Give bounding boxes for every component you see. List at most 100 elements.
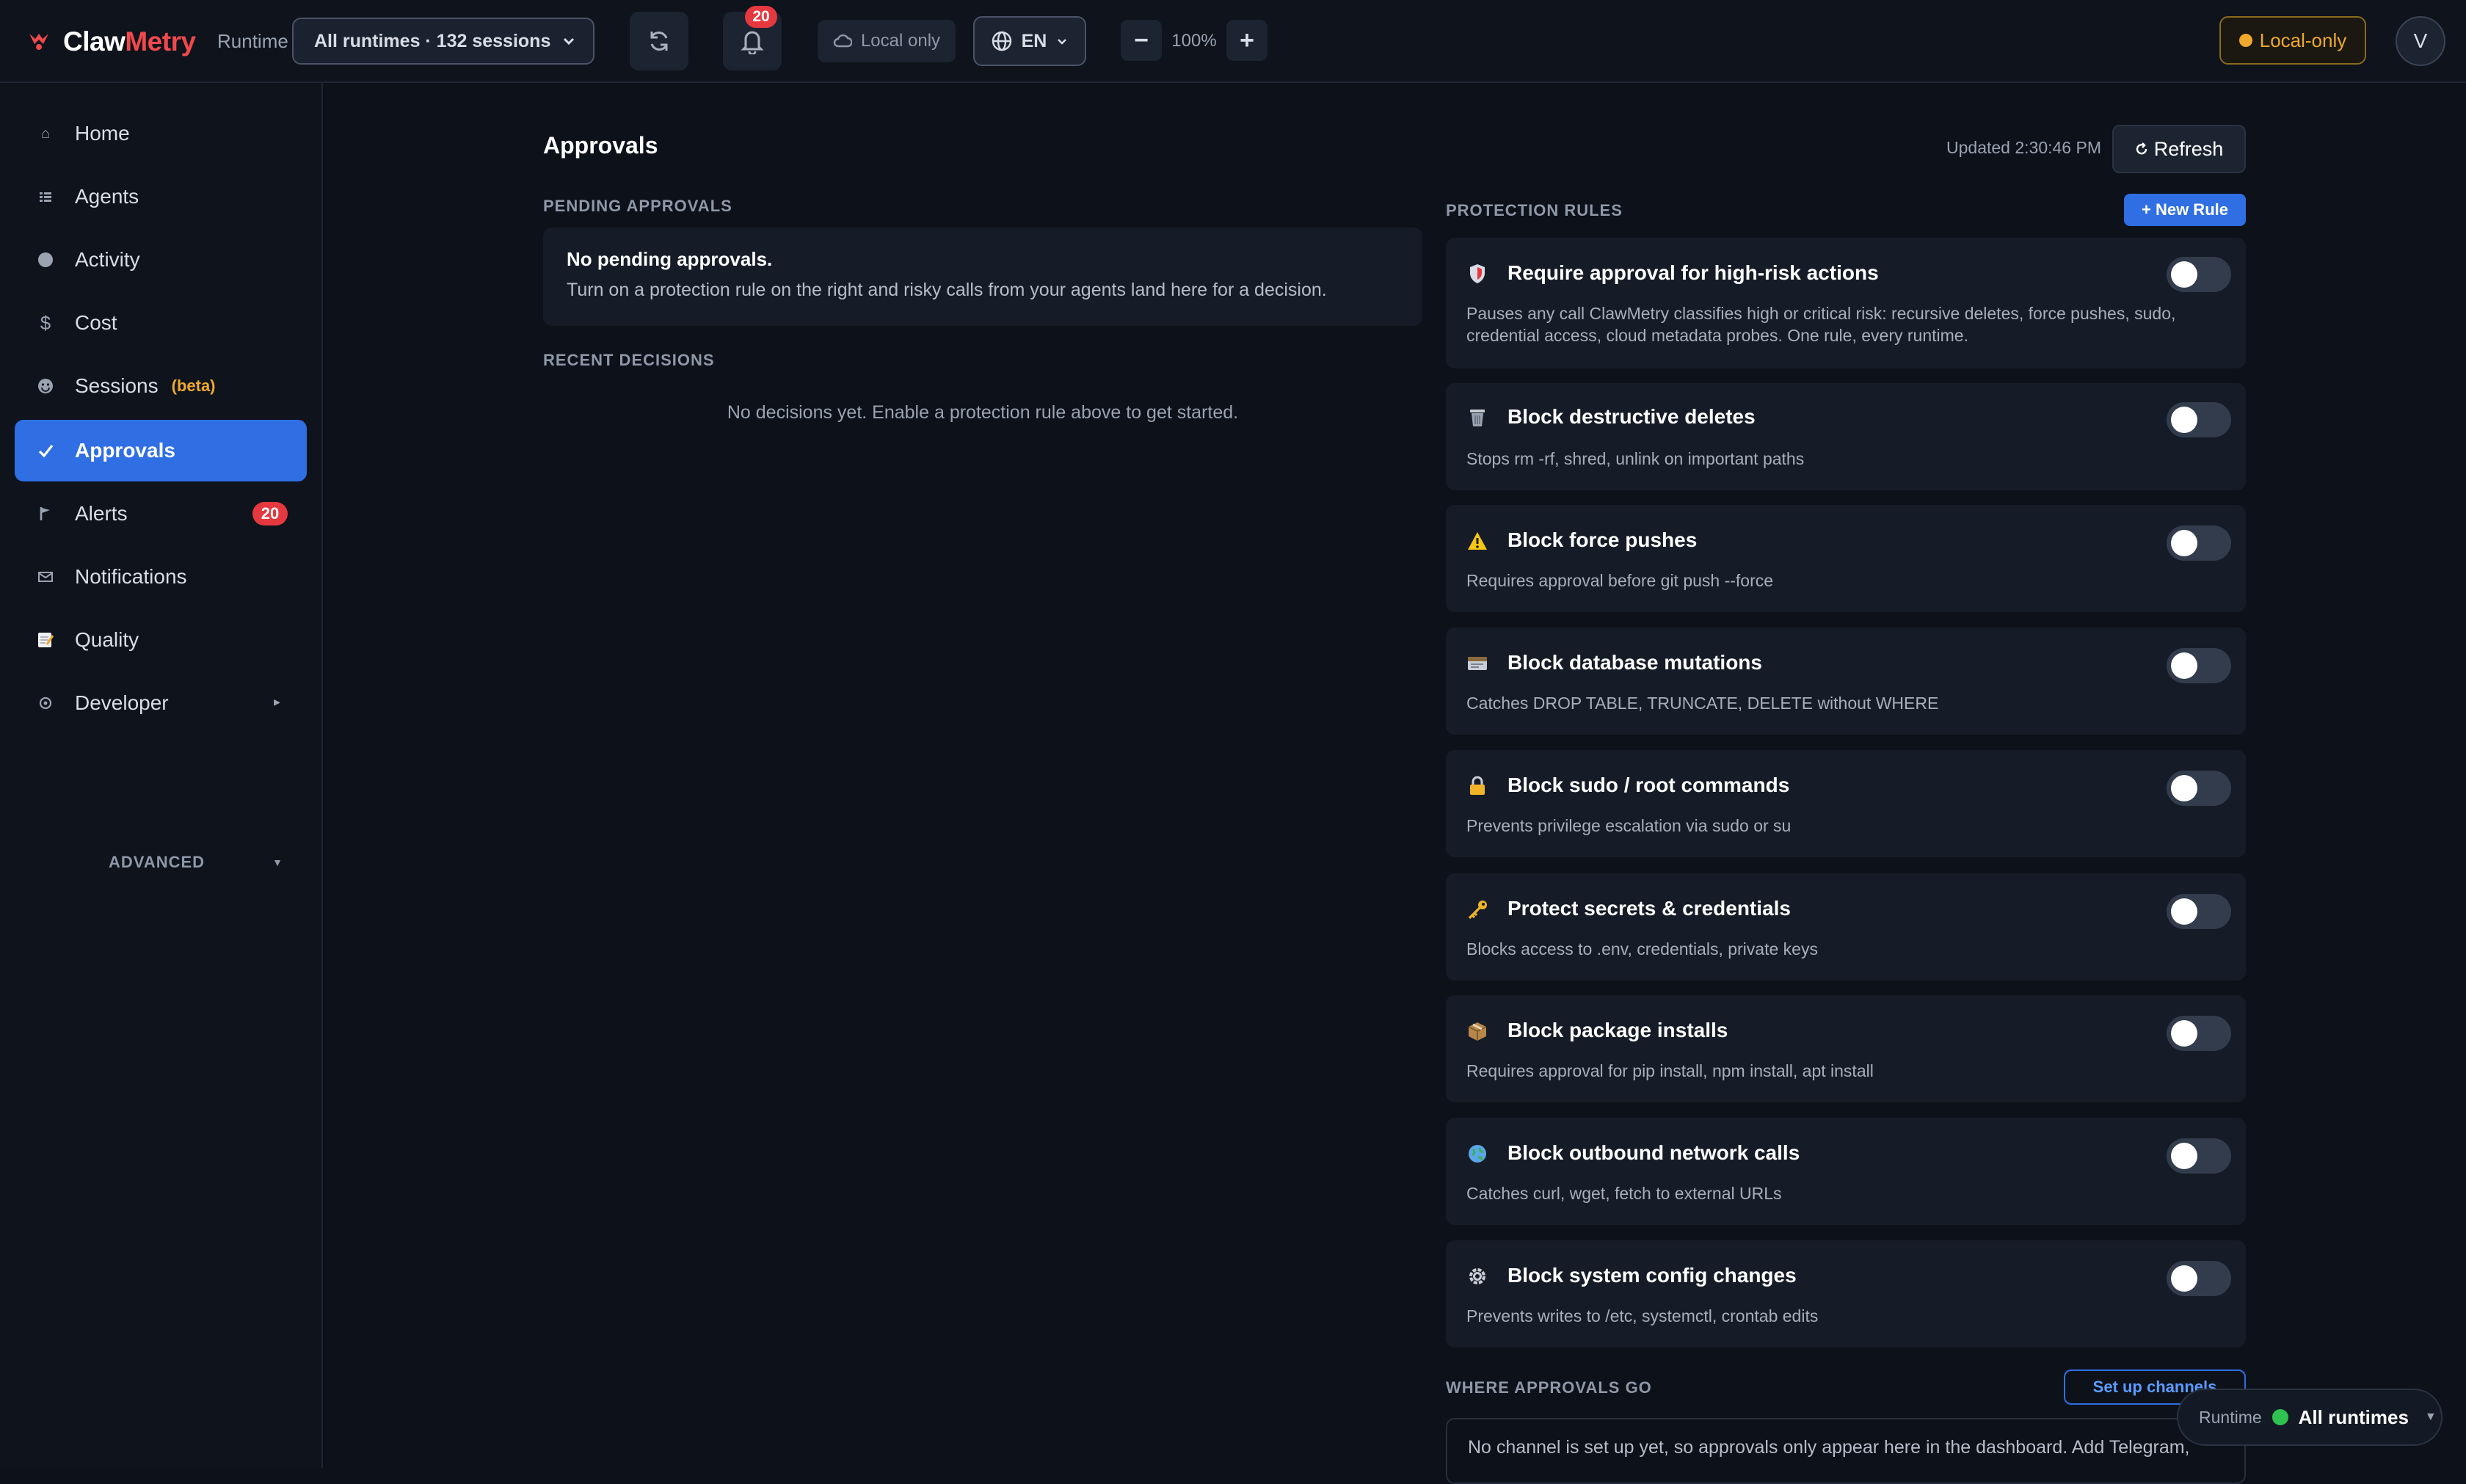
sidebar-item-agents[interactable]: Agents [15, 166, 307, 228]
sync-button[interactable] [630, 12, 688, 70]
sidebar-item-label: Quality [75, 628, 139, 651]
sidebar-item-approvals[interactable]: Approvals [15, 420, 307, 481]
advanced-section-toggle[interactable]: ADVANCED ▼ [109, 849, 307, 876]
refresh-button-label: Refresh [2153, 137, 2224, 160]
key-icon [1465, 897, 1490, 922]
rule-toggle[interactable] [2167, 1138, 2231, 1174]
alerts-badge: 20 [252, 502, 288, 525]
user-avatar[interactable]: V [2396, 16, 2445, 66]
logo-text: ClawMetry [63, 26, 196, 57]
runtime-switcher-value: All runtimes [2298, 1405, 2409, 1428]
bell-icon [741, 31, 764, 54]
package-icon [1465, 1019, 1490, 1044]
rule-description: Blocks access to .env, credentials, priv… [1466, 939, 1818, 959]
rule-title: Block destructive deletes [1507, 405, 1756, 428]
sidebar: ⌂ Home Agents Activity $ Cost Sessions (… [0, 83, 323, 1468]
app-logo[interactable]: ClawMetry [26, 22, 196, 62]
sidebar-item-label: Developer [75, 691, 169, 714]
sidebar-item-activity[interactable]: Activity [15, 229, 307, 291]
claw-logo-icon [29, 34, 48, 50]
shield-icon [1465, 261, 1490, 286]
chevron-down-icon [563, 37, 575, 46]
mail-icon [37, 568, 54, 586]
gear-icon [37, 694, 54, 712]
rule-title: Block system config changes [1507, 1264, 1797, 1287]
toggle-knob [2171, 530, 2197, 556]
toggle-knob [2171, 407, 2197, 433]
rule-title: Block database mutations [1507, 651, 1762, 674]
runtime-switcher-label: Runtime [2199, 1407, 2262, 1427]
pending-empty-title: No pending approvals. [567, 248, 773, 270]
zoom-in-button[interactable]: + [1226, 20, 1267, 61]
rule-card-high-risk: Require approval for high-risk actions P… [1446, 238, 2246, 368]
sidebar-item-sessions[interactable]: Sessions (beta) [15, 355, 307, 417]
channel-info-text: No channel is set up yet, so approvals o… [1468, 1437, 2190, 1458]
protection-rules-heading: PROTECTION RULES [1446, 201, 1623, 219]
rule-description: Requires approval before git push --forc… [1466, 571, 1774, 590]
globe-icon [1465, 1141, 1490, 1166]
rule-description: Catches curl, wget, fetch to external UR… [1466, 1184, 1782, 1203]
rule-title: Block outbound network calls [1507, 1141, 1800, 1164]
refresh-icon [2136, 142, 2147, 155]
memo-icon [37, 631, 54, 649]
runtime-select[interactable]: All runtimes · 132 sessions [292, 18, 594, 65]
globe-icon [992, 31, 1011, 51]
rule-description: Prevents writes to /etc, systemctl, cron… [1466, 1306, 1819, 1325]
status-dot-icon [2238, 34, 2252, 47]
toggle-knob [2171, 898, 2197, 925]
top-bar: ClawMetry Runtime All runtimes · 132 ses… [0, 0, 2466, 83]
where-approvals-go-heading: WHERE APPROVALS GO [1446, 1378, 1652, 1397]
rule-toggle[interactable] [2167, 525, 2231, 561]
refresh-button[interactable]: Refresh [2112, 125, 2246, 173]
home-icon: ⌂ [40, 125, 51, 142]
rule-title: Protect secrets & credentials [1507, 897, 1791, 920]
zoom-out-button[interactable]: − [1121, 20, 1162, 61]
dot-icon [37, 251, 54, 269]
local-only-button[interactable]: Local-only [2219, 16, 2366, 65]
smiley-icon [37, 377, 54, 395]
toggle-knob [2171, 1143, 2197, 1169]
rule-card-network-calls: Block outbound network calls Catches cur… [1446, 1118, 2246, 1225]
sidebar-item-notifications[interactable]: Notifications [15, 546, 307, 608]
channel-info-card: No channel is set up yet, so approvals o… [1446, 1418, 2246, 1484]
sidebar-item-quality[interactable]: Quality [15, 609, 307, 671]
rule-toggle[interactable] [2167, 1261, 2231, 1296]
rule-description: Prevents privilege escalation via sudo o… [1466, 816, 1792, 835]
rule-toggle[interactable] [2167, 1016, 2231, 1051]
cloud-off-icon [833, 34, 852, 48]
refresh-icon [650, 32, 668, 51]
rule-title: Block sudo / root commands [1507, 774, 1790, 796]
sidebar-item-label: Cost [75, 311, 117, 334]
zoom-level: 100% [1171, 31, 1217, 51]
rule-description: Pauses any call ClawMetry classifies hig… [1466, 304, 2176, 345]
sidebar-item-home[interactable]: ⌂ Home [15, 103, 307, 164]
rule-card-database-mutations: Block database mutations Catches DROP TA… [1446, 628, 2246, 735]
language-value: EN [1021, 30, 1047, 51]
caret-down-icon: ▼ [272, 856, 283, 868]
sidebar-item-label: Approvals [75, 439, 175, 462]
recent-decisions-heading: RECENT DECISIONS [543, 351, 715, 369]
rule-title: Block force pushes [1507, 528, 1698, 551]
lock-icon [1465, 774, 1490, 799]
sidebar-item-alerts[interactable]: Alerts 20 [15, 483, 307, 545]
sidebar-item-cost[interactable]: $ Cost [15, 292, 307, 354]
rule-toggle[interactable] [2167, 402, 2231, 437]
sidebar-item-developer[interactable]: Developer ▸ [15, 672, 307, 734]
toggle-knob [2171, 261, 2197, 288]
new-rule-button[interactable]: + New Rule [2124, 194, 2246, 226]
runtime-switcher[interactable]: Runtime All runtimes ▼ [2177, 1389, 2443, 1446]
notifications-button[interactable]: 20 [723, 6, 782, 70]
local-only-pill[interactable]: Local only [818, 20, 956, 62]
rule-card-sudo-root: Block sudo / root commands Prevents priv… [1446, 750, 2246, 857]
rule-toggle[interactable] [2167, 894, 2231, 929]
page-title: Approvals [543, 132, 658, 159]
rule-toggle[interactable] [2167, 648, 2231, 683]
language-select[interactable]: EN [973, 16, 1086, 66]
card-file-icon [1465, 651, 1490, 676]
rule-toggle[interactable] [2167, 771, 2231, 806]
rule-title: Block package installs [1507, 1019, 1728, 1041]
gear-icon [1465, 1264, 1490, 1289]
rule-toggle[interactable] [2167, 257, 2231, 292]
beta-tag: (beta) [171, 377, 216, 395]
caret-down-icon: ▼ [2424, 1411, 2437, 1423]
